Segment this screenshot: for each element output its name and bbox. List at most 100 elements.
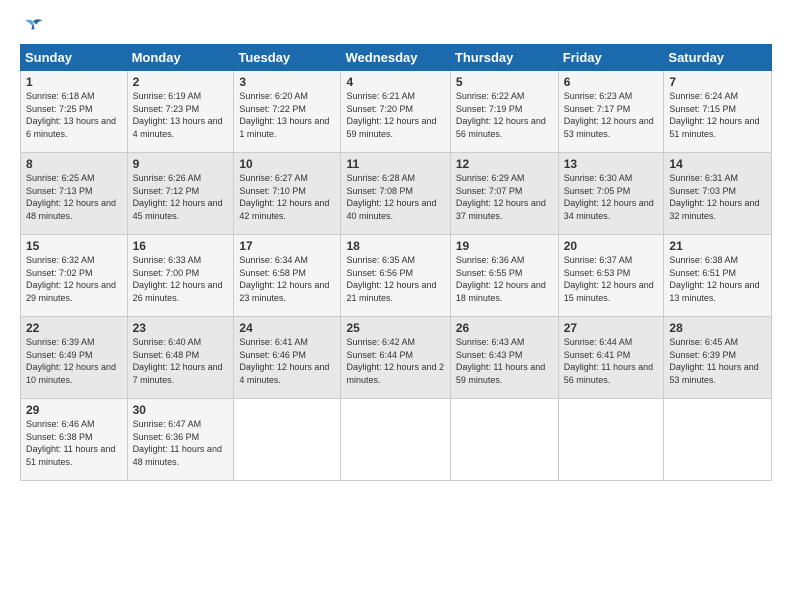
day-info: Sunrise: 6:47 AMSunset: 6:36 PMDaylight:… — [133, 419, 222, 467]
calendar-cell: 17 Sunrise: 6:34 AMSunset: 6:58 PMDaylig… — [234, 235, 341, 317]
day-number: 7 — [669, 75, 766, 89]
day-info: Sunrise: 6:45 AMSunset: 6:39 PMDaylight:… — [669, 337, 758, 385]
logo — [20, 18, 44, 36]
calendar-cell: 27 Sunrise: 6:44 AMSunset: 6:41 PMDaylig… — [558, 317, 664, 399]
calendar-cell: 14 Sunrise: 6:31 AMSunset: 7:03 PMDaylig… — [664, 153, 772, 235]
day-info: Sunrise: 6:34 AMSunset: 6:58 PMDaylight:… — [239, 255, 329, 303]
calendar-cell: 1 Sunrise: 6:18 AMSunset: 7:25 PMDayligh… — [21, 71, 128, 153]
day-info: Sunrise: 6:28 AMSunset: 7:08 PMDaylight:… — [346, 173, 436, 221]
calendar-header-row: Sunday Monday Tuesday Wednesday Thursday… — [21, 45, 772, 71]
calendar-cell — [450, 399, 558, 481]
day-number: 22 — [26, 321, 122, 335]
calendar-cell: 5 Sunrise: 6:22 AMSunset: 7:19 PMDayligh… — [450, 71, 558, 153]
day-number: 16 — [133, 239, 229, 253]
calendar-cell: 24 Sunrise: 6:41 AMSunset: 6:46 PMDaylig… — [234, 317, 341, 399]
day-info: Sunrise: 6:40 AMSunset: 6:48 PMDaylight:… — [133, 337, 223, 385]
calendar-cell: 9 Sunrise: 6:26 AMSunset: 7:12 PMDayligh… — [127, 153, 234, 235]
day-info: Sunrise: 6:27 AMSunset: 7:10 PMDaylight:… — [239, 173, 329, 221]
day-info: Sunrise: 6:26 AMSunset: 7:12 PMDaylight:… — [133, 173, 223, 221]
day-info: Sunrise: 6:32 AMSunset: 7:02 PMDaylight:… — [26, 255, 116, 303]
calendar-cell: 26 Sunrise: 6:43 AMSunset: 6:43 PMDaylig… — [450, 317, 558, 399]
day-number: 17 — [239, 239, 335, 253]
day-info: Sunrise: 6:22 AMSunset: 7:19 PMDaylight:… — [456, 91, 546, 139]
calendar-cell: 2 Sunrise: 6:19 AMSunset: 7:23 PMDayligh… — [127, 71, 234, 153]
day-number: 10 — [239, 157, 335, 171]
day-number: 25 — [346, 321, 444, 335]
day-info: Sunrise: 6:23 AMSunset: 7:17 PMDaylight:… — [564, 91, 654, 139]
calendar-cell: 8 Sunrise: 6:25 AMSunset: 7:13 PMDayligh… — [21, 153, 128, 235]
calendar-cell: 25 Sunrise: 6:42 AMSunset: 6:44 PMDaylig… — [341, 317, 450, 399]
day-number: 5 — [456, 75, 553, 89]
day-number: 26 — [456, 321, 553, 335]
header-saturday: Saturday — [664, 45, 772, 71]
day-info: Sunrise: 6:18 AMSunset: 7:25 PMDaylight:… — [26, 91, 116, 139]
header-sunday: Sunday — [21, 45, 128, 71]
day-number: 19 — [456, 239, 553, 253]
day-number: 23 — [133, 321, 229, 335]
calendar-cell: 15 Sunrise: 6:32 AMSunset: 7:02 PMDaylig… — [21, 235, 128, 317]
calendar-cell — [664, 399, 772, 481]
calendar-cell: 19 Sunrise: 6:36 AMSunset: 6:55 PMDaylig… — [450, 235, 558, 317]
day-info: Sunrise: 6:43 AMSunset: 6:43 PMDaylight:… — [456, 337, 545, 385]
header-wednesday: Wednesday — [341, 45, 450, 71]
day-number: 30 — [133, 403, 229, 417]
day-number: 4 — [346, 75, 444, 89]
calendar-cell: 13 Sunrise: 6:30 AMSunset: 7:05 PMDaylig… — [558, 153, 664, 235]
header-monday: Monday — [127, 45, 234, 71]
calendar-cell: 11 Sunrise: 6:28 AMSunset: 7:08 PMDaylig… — [341, 153, 450, 235]
calendar-cell — [558, 399, 664, 481]
day-info: Sunrise: 6:37 AMSunset: 6:53 PMDaylight:… — [564, 255, 654, 303]
day-info: Sunrise: 6:29 AMSunset: 7:07 PMDaylight:… — [456, 173, 546, 221]
calendar-cell: 22 Sunrise: 6:39 AMSunset: 6:49 PMDaylig… — [21, 317, 128, 399]
calendar-cell: 20 Sunrise: 6:37 AMSunset: 6:53 PMDaylig… — [558, 235, 664, 317]
day-number: 12 — [456, 157, 553, 171]
day-number: 2 — [133, 75, 229, 89]
day-number: 29 — [26, 403, 122, 417]
day-number: 1 — [26, 75, 122, 89]
calendar-table: Sunday Monday Tuesday Wednesday Thursday… — [20, 44, 772, 481]
day-number: 15 — [26, 239, 122, 253]
calendar-cell: 23 Sunrise: 6:40 AMSunset: 6:48 PMDaylig… — [127, 317, 234, 399]
day-info: Sunrise: 6:35 AMSunset: 6:56 PMDaylight:… — [346, 255, 436, 303]
calendar-cell: 4 Sunrise: 6:21 AMSunset: 7:20 PMDayligh… — [341, 71, 450, 153]
calendar-cell: 29 Sunrise: 6:46 AMSunset: 6:38 PMDaylig… — [21, 399, 128, 481]
day-number: 18 — [346, 239, 444, 253]
header-thursday: Thursday — [450, 45, 558, 71]
calendar-cell: 3 Sunrise: 6:20 AMSunset: 7:22 PMDayligh… — [234, 71, 341, 153]
page: Sunday Monday Tuesday Wednesday Thursday… — [0, 0, 792, 612]
day-number: 9 — [133, 157, 229, 171]
calendar-cell: 7 Sunrise: 6:24 AMSunset: 7:15 PMDayligh… — [664, 71, 772, 153]
day-number: 24 — [239, 321, 335, 335]
calendar-cell: 12 Sunrise: 6:29 AMSunset: 7:07 PMDaylig… — [450, 153, 558, 235]
day-info: Sunrise: 6:19 AMSunset: 7:23 PMDaylight:… — [133, 91, 223, 139]
day-info: Sunrise: 6:46 AMSunset: 6:38 PMDaylight:… — [26, 419, 115, 467]
calendar-cell: 28 Sunrise: 6:45 AMSunset: 6:39 PMDaylig… — [664, 317, 772, 399]
day-number: 20 — [564, 239, 659, 253]
calendar-cell: 30 Sunrise: 6:47 AMSunset: 6:36 PMDaylig… — [127, 399, 234, 481]
day-info: Sunrise: 6:41 AMSunset: 6:46 PMDaylight:… — [239, 337, 329, 385]
logo-bird-icon — [22, 18, 44, 36]
day-number: 11 — [346, 157, 444, 171]
calendar-cell: 18 Sunrise: 6:35 AMSunset: 6:56 PMDaylig… — [341, 235, 450, 317]
day-info: Sunrise: 6:36 AMSunset: 6:55 PMDaylight:… — [456, 255, 546, 303]
day-info: Sunrise: 6:30 AMSunset: 7:05 PMDaylight:… — [564, 173, 654, 221]
calendar-cell: 21 Sunrise: 6:38 AMSunset: 6:51 PMDaylig… — [664, 235, 772, 317]
day-info: Sunrise: 6:31 AMSunset: 7:03 PMDaylight:… — [669, 173, 759, 221]
day-info: Sunrise: 6:24 AMSunset: 7:15 PMDaylight:… — [669, 91, 759, 139]
calendar-cell: 10 Sunrise: 6:27 AMSunset: 7:10 PMDaylig… — [234, 153, 341, 235]
header — [20, 18, 772, 36]
day-number: 21 — [669, 239, 766, 253]
day-number: 14 — [669, 157, 766, 171]
day-info: Sunrise: 6:25 AMSunset: 7:13 PMDaylight:… — [26, 173, 116, 221]
day-number: 8 — [26, 157, 122, 171]
calendar-cell — [341, 399, 450, 481]
day-info: Sunrise: 6:38 AMSunset: 6:51 PMDaylight:… — [669, 255, 759, 303]
day-info: Sunrise: 6:33 AMSunset: 7:00 PMDaylight:… — [133, 255, 223, 303]
calendar-cell: 16 Sunrise: 6:33 AMSunset: 7:00 PMDaylig… — [127, 235, 234, 317]
header-tuesday: Tuesday — [234, 45, 341, 71]
day-number: 28 — [669, 321, 766, 335]
calendar-cell — [234, 399, 341, 481]
day-info: Sunrise: 6:39 AMSunset: 6:49 PMDaylight:… — [26, 337, 116, 385]
day-info: Sunrise: 6:20 AMSunset: 7:22 PMDaylight:… — [239, 91, 329, 139]
header-friday: Friday — [558, 45, 664, 71]
